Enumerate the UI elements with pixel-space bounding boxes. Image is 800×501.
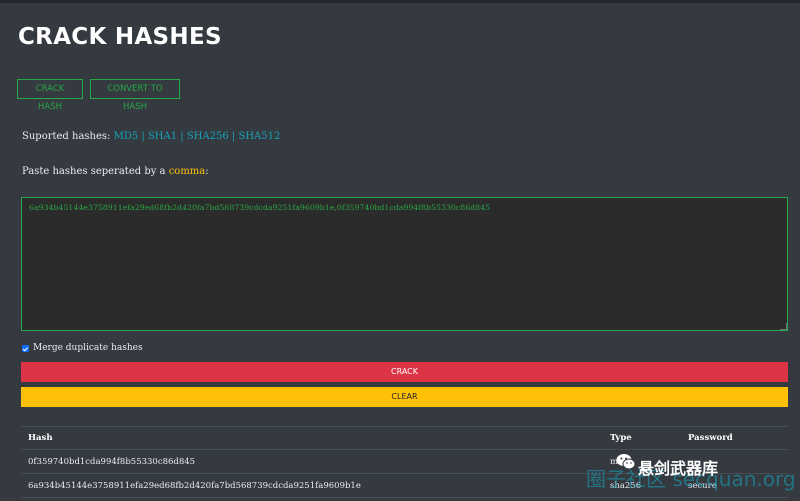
separator: | — [228, 131, 239, 142]
hash-link-md5[interactable]: MD5 — [114, 131, 139, 142]
column-header-hash: Hash — [28, 433, 53, 443]
merge-duplicates-checkbox[interactable] — [22, 344, 29, 352]
paste-suffix: : — [205, 166, 209, 177]
watermark: 圈子社区 secquan.org 悬剑武器库 — [586, 451, 800, 501]
separator: | — [138, 131, 148, 142]
hash-link-sha256[interactable]: SHA256 — [187, 131, 229, 142]
paste-highlight: comma — [168, 166, 206, 177]
hash-cell: 0f359740bd1cda994f8b55330c86d845 — [28, 457, 196, 467]
supported-label: Suported hashes: — [22, 131, 111, 142]
paste-prefix: Paste hashes seperated by a — [22, 166, 169, 177]
resize-handle[interactable] — [780, 323, 787, 330]
paste-instructions: Paste hashes seperated by a comma: — [22, 166, 209, 177]
hash-link-sha1[interactable]: SHA1 — [148, 131, 177, 142]
column-header-type: Type — [610, 433, 632, 443]
tab-crack-hash[interactable]: CRACK HASH — [17, 79, 83, 112]
separator: | — [177, 131, 187, 142]
tab-convert-to-hash[interactable]: CONVERT TO HASH — [90, 79, 180, 112]
merge-duplicates-label: Merge duplicate hashes — [33, 343, 143, 353]
table-header-row: Hash Type Password — [21, 427, 788, 450]
top-border — [0, 0, 800, 3]
merge-duplicates-row[interactable]: Merge duplicate hashes — [22, 342, 143, 354]
clear-button[interactable]: CLEAR — [21, 387, 788, 407]
crack-button[interactable]: CRACK — [21, 362, 788, 382]
hash-cell: 6a934b45144e3758911efa29ed68fb2d420fa7bd… — [28, 481, 361, 491]
page-title: CRACK HASHES — [18, 24, 222, 50]
column-header-password: Password — [688, 433, 733, 443]
supported-hashes: Suported hashes: MD5 | SHA1 | SHA256 | S… — [22, 131, 280, 142]
hash-link-sha512[interactable]: SHA512 — [238, 131, 280, 142]
watermark-brand-text: 悬剑武器库 — [638, 459, 719, 478]
wechat-icon — [616, 453, 636, 471]
hash-input[interactable]: 6a934b45144e3758911efa29ed68fb2d420fa7bd… — [21, 197, 788, 331]
